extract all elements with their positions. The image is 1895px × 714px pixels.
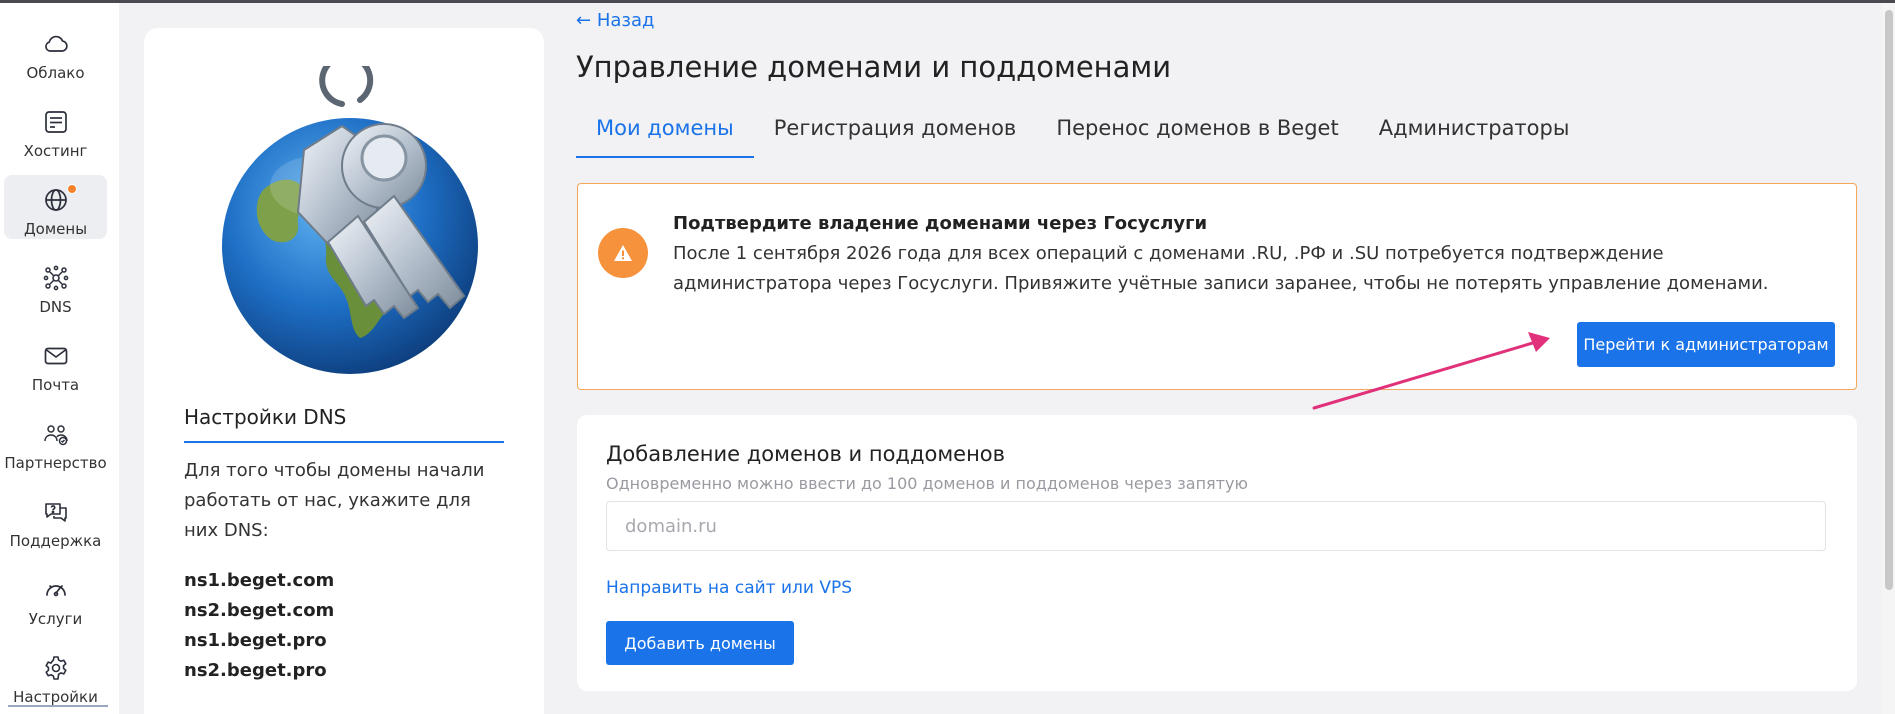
mail-icon	[44, 347, 67, 365]
sidebar-item-label: Почта	[31, 376, 80, 394]
sidebar-item-services[interactable]: Услуги	[4, 565, 107, 629]
sidebar-item-cloud[interactable]: Облако	[4, 19, 107, 83]
sidebar-item-label: Поддержка	[9, 532, 102, 550]
sidebar-item-dns[interactable]: DNS	[4, 253, 107, 317]
back-link[interactable]: ← Назад	[576, 10, 654, 31]
sidebar-item-partnership[interactable]: Партнерство	[4, 409, 107, 473]
tab-my-domains[interactable]: Мои домены	[576, 104, 754, 158]
add-domains-title: Добавление доменов и поддоменов	[606, 442, 1006, 466]
nameserver-item: ns1.beget.pro	[184, 630, 327, 651]
dns-settings-description: Для того чтобы домены начали работать от…	[184, 460, 485, 541]
tab-domain-registration[interactable]: Регистрация доменов	[754, 104, 1037, 158]
annotation-arrow-icon	[1312, 332, 1550, 410]
sidebar-item-support[interactable]: Поддержка	[4, 487, 107, 551]
services-gauge-icon	[45, 585, 66, 597]
redirect-to-site-link[interactable]: Направить на сайт или VPS	[606, 578, 852, 598]
sidebar-item-label: Партнерство	[4, 454, 107, 472]
globe-icon	[44, 189, 67, 211]
dns-info-panel: Настройки DNS Для того чтобы домены нача…	[144, 28, 544, 714]
add-domains-button[interactable]: Добавить домены	[606, 621, 794, 665]
go-to-administrators-button[interactable]: Перейти к администраторам	[1577, 322, 1835, 367]
sidebar-item-settings[interactable]: Настройки	[4, 643, 107, 707]
nameserver-item: ns2.beget.pro	[184, 660, 327, 681]
gosuslugi-alert: Подтвердите владение доменами через Госу…	[577, 183, 1857, 390]
tab-domain-transfer[interactable]: Перенос доменов в Beget	[1036, 104, 1358, 158]
tab-administrators[interactable]: Администраторы	[1359, 104, 1590, 158]
dns-settings-title: Настройки DNS	[184, 405, 504, 443]
notification-dot	[67, 184, 77, 194]
window-top-border	[0, 0, 1895, 3]
sidebar-item-label: Облако	[26, 64, 85, 82]
back-link-label: Назад	[596, 10, 655, 31]
sidebar-item-label: Услуги	[28, 610, 83, 628]
gear-icon	[44, 656, 67, 680]
arrow-left-icon: ←	[576, 10, 592, 31]
domain-input[interactable]	[606, 501, 1826, 551]
scrollbar-thumb[interactable]	[1885, 10, 1893, 590]
sidebar-item-mail[interactable]: Почта	[4, 331, 107, 395]
dns-network-icon	[43, 265, 68, 291]
alert-title: Подтвердите владение доменами через Госу…	[673, 213, 1208, 234]
add-domains-subtitle: Одновременно можно ввести до 100 доменов…	[606, 474, 1248, 493]
sidebar-item-label: Хостинг	[23, 142, 88, 160]
alert-text: После 1 сентября 2026 года для всех опер…	[673, 243, 1769, 294]
warning-icon	[598, 228, 648, 278]
sidebar-divider	[8, 705, 108, 707]
sidebar: Облако Хостинг Домены DNS Почта Партнерс…	[0, 3, 119, 714]
sidebar-item-label: Домены	[23, 220, 88, 238]
globe-keys-illustration	[208, 53, 492, 386]
nameserver-list: ns1.beget.com ns2.beget.com ns1.beget.pr…	[184, 566, 504, 686]
globe-with-keys-icon	[222, 53, 478, 374]
sidebar-item-label: Настройки	[13, 688, 98, 706]
sidebar-item-label: DNS	[39, 298, 72, 316]
domain-tabs: Мои домены Регистрация доменов Перенос д…	[576, 104, 1589, 158]
add-domains-card: Добавление доменов и поддоменов Одноврем…	[577, 415, 1857, 691]
partners-icon	[43, 425, 68, 446]
sidebar-item-domains[interactable]: Домены	[4, 175, 107, 239]
sidebar-item-hosting[interactable]: Хостинг	[4, 97, 107, 161]
nameserver-item: ns2.beget.com	[184, 600, 335, 621]
cloud-icon	[44, 35, 68, 52]
server-icon	[44, 111, 67, 133]
support-chat-icon	[44, 503, 67, 522]
nameserver-item: ns1.beget.com	[184, 570, 335, 591]
page-title: Управление доменами и поддоменами	[576, 50, 1172, 84]
